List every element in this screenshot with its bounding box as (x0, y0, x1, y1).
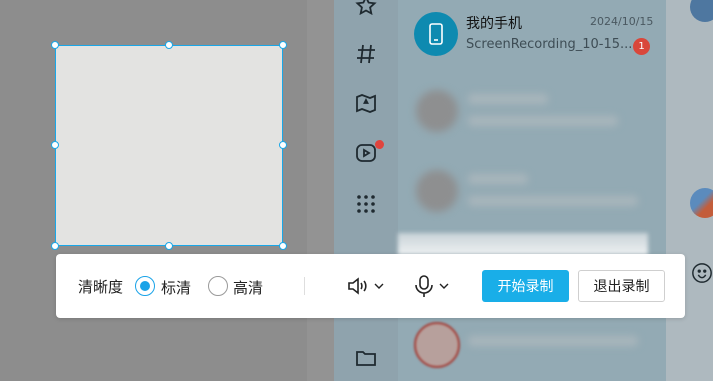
blurred-band (398, 233, 648, 255)
unread-badge: 1 (633, 38, 650, 55)
avatar (690, 188, 713, 218)
list-item[interactable] (398, 316, 666, 381)
chevron-down-icon (374, 283, 384, 289)
radio-standard-label[interactable]: 标清 (161, 277, 191, 298)
window-gap (307, 0, 334, 381)
hash-icon[interactable] (352, 40, 380, 68)
resize-handle-right[interactable] (279, 141, 287, 149)
notification-dot (375, 140, 384, 149)
resize-handle-bottom-left[interactable] (51, 242, 59, 250)
list-item[interactable] (398, 80, 666, 150)
emoji-icon[interactable] (691, 262, 713, 284)
map-icon[interactable] (352, 89, 380, 117)
star-icon[interactable] (352, 0, 380, 20)
chat-name: 我的手机 (466, 16, 522, 32)
start-recording-button[interactable]: 开始录制 (482, 270, 569, 302)
speaker-icon (348, 277, 367, 295)
exit-recording-button[interactable]: 退出录制 (578, 270, 665, 302)
recording-area-selection[interactable] (55, 45, 283, 246)
list-item[interactable] (398, 160, 666, 230)
resize-handle-bottom[interactable] (165, 242, 173, 250)
toolbar-divider (304, 277, 305, 295)
clarity-label: 清晰度 (78, 278, 124, 296)
chat-preview: ScreenRecording_10-15... (466, 37, 633, 52)
radio-high[interactable] (208, 276, 228, 296)
resize-handle-top-right[interactable] (279, 41, 287, 49)
speaker-dropdown[interactable] (346, 274, 385, 298)
resize-handle-left[interactable] (51, 141, 59, 149)
recording-toolbar: 清晰度 标清 高清 开始录制 退出录制 (56, 254, 685, 318)
microphone-dropdown[interactable] (413, 274, 450, 298)
resize-handle-top-left[interactable] (51, 41, 59, 49)
radio-standard[interactable] (135, 276, 155, 296)
chat-date: 2024/10/15 (590, 15, 654, 28)
apps-grid-icon[interactable] (352, 190, 380, 218)
radio-high-label[interactable]: 高清 (233, 277, 263, 298)
phone-avatar-icon (414, 12, 458, 56)
resize-handle-bottom-right[interactable] (279, 242, 287, 250)
resize-handle-top[interactable] (165, 41, 173, 49)
folder-icon[interactable] (352, 344, 380, 372)
chevron-down-icon (439, 283, 449, 289)
microphone-icon (415, 275, 433, 297)
